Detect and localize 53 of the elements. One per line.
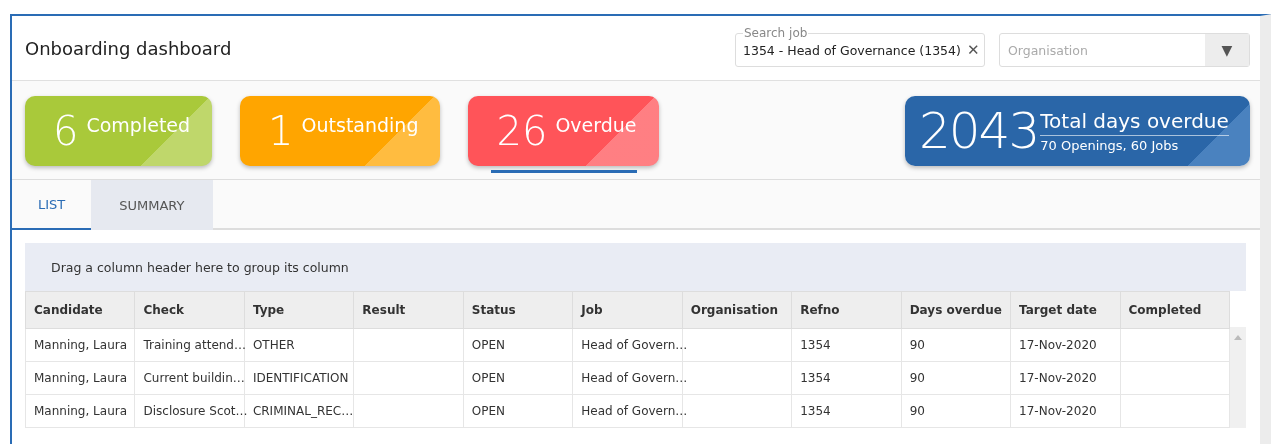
search-field[interactable]: Search job 1354 - Head of Governance (1354) ✕ [735, 23, 985, 67]
table-cell: 1354 [791, 328, 902, 362]
table-cell: 90 [901, 394, 1011, 428]
column-header[interactable]: Job [572, 291, 683, 329]
organisation-dropdown[interactable]: Organisation ▼ [999, 33, 1250, 67]
table-cell: 90 [901, 361, 1011, 395]
group-panel: Drag a column header here to group its column [25, 243, 1246, 291]
table-cell: OTHER [244, 328, 354, 362]
table-cell: 90 [901, 328, 1011, 362]
field-value: 1354 - Head of Governance (1354) [743, 42, 961, 58]
card-count: 1 [268, 108, 294, 154]
table-cell: OPEN [463, 328, 573, 362]
column-header[interactable]: Type [244, 291, 354, 329]
card-count: 6 [53, 108, 79, 154]
column-header[interactable]: Candidate [25, 291, 135, 329]
field-label: Search job [743, 26, 809, 40]
table-cell: IDENTIFICATION [244, 361, 354, 395]
card-count: 26 [496, 108, 548, 154]
table-cell: 17-Nov-2020 [1010, 394, 1121, 428]
tab[interactable]: SUMMARY [91, 180, 213, 230]
table-cell: Manning, Laura [25, 361, 135, 395]
table-cell: OPEN [463, 361, 573, 395]
dropdown-button[interactable]: ▼ [1205, 34, 1249, 66]
table-cell: Manning, Laura [25, 328, 135, 362]
column-header[interactable]: Check [134, 291, 245, 329]
page-title: Onboarding dashboard [25, 37, 233, 59]
column-header[interactable]: Organisation [682, 291, 792, 329]
scroll-up-icon[interactable] [1234, 335, 1242, 340]
table-cell: Manning, Laura [25, 394, 135, 428]
table-cell: Disclosure Scot… [134, 394, 245, 428]
table-cell: Training attend… [134, 328, 245, 362]
table-cell: CRIMINAL_REC… [244, 394, 354, 428]
card-label: Outstanding [301, 114, 419, 136]
clear-button[interactable]: ✕ [966, 41, 980, 59]
table-cell: 17-Nov-2020 [1010, 361, 1121, 395]
column-header[interactable]: Refno [791, 291, 902, 329]
column-header[interactable]: Days overdue [901, 291, 1011, 329]
column-header[interactable]: Target date [1010, 291, 1121, 329]
card-label: Overdue [555, 114, 637, 136]
table-cell: Current buildin… [134, 361, 245, 395]
total-count: 2043 [919, 102, 1039, 160]
total-subtitle: 70 Openings, 60 Jobs [1040, 138, 1180, 153]
table-cell: OPEN [463, 394, 573, 428]
column-header[interactable]: Status [463, 291, 573, 329]
table-cell: 1354 [791, 361, 902, 395]
scrollbar[interactable] [1230, 327, 1246, 428]
table-cell: 1354 [791, 394, 902, 428]
dropdown-placeholder: Organisation [1007, 42, 1089, 58]
table-cell: 17-Nov-2020 [1010, 328, 1121, 362]
column-header[interactable]: Result [353, 291, 464, 329]
total-label: Total days overdue [1040, 109, 1229, 136]
column-header[interactable]: Completed [1120, 291, 1230, 329]
card-label: Completed [86, 114, 191, 136]
